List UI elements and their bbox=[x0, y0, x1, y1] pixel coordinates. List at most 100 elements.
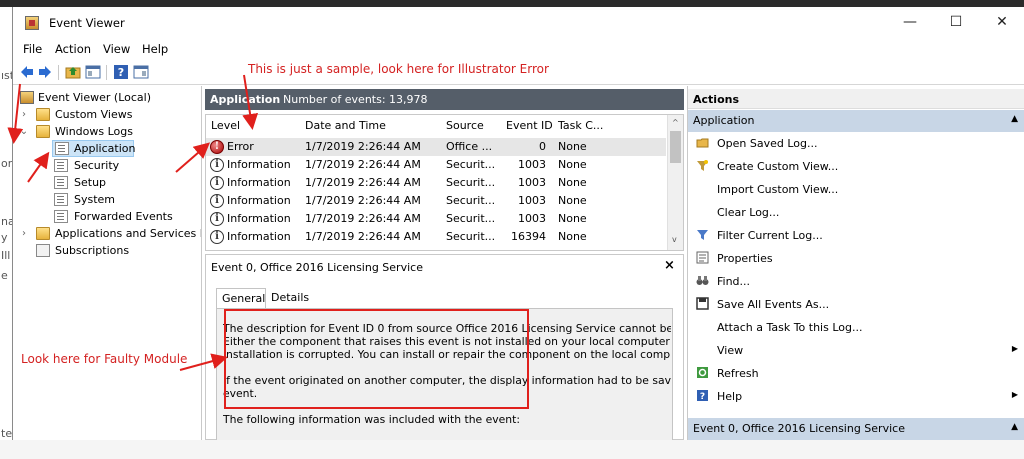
chevron-down-icon[interactable]: ⌄ bbox=[19, 123, 29, 140]
open-folder-button[interactable] bbox=[65, 64, 81, 80]
actions-section-application[interactable]: Application ▲ bbox=[688, 110, 1024, 132]
show-hide-tree-button[interactable] bbox=[85, 64, 101, 80]
event-viewer-icon bbox=[20, 91, 34, 104]
chevron-right-icon[interactable]: › bbox=[19, 225, 29, 242]
title-bar: Event Viewer — ☐ ✕ bbox=[13, 7, 1024, 38]
cell-date: 1/7/2019 2:26:44 AM bbox=[305, 230, 421, 243]
console-tree-icon bbox=[85, 65, 101, 79]
action-filter-current-log[interactable]: Filter Current Log... bbox=[688, 224, 1024, 246]
edge-text: e bbox=[1, 269, 8, 282]
menu-action[interactable]: Action bbox=[55, 42, 91, 56]
table-row[interactable]: i Information 1/7/2019 2:26:44 AM Securi… bbox=[206, 192, 666, 210]
tree-label: Windows Logs bbox=[55, 125, 133, 138]
tree-item-forwarded-events[interactable]: Forwarded Events bbox=[13, 208, 201, 225]
cell-task: None bbox=[558, 140, 587, 153]
action-clear-log[interactable]: Clear Log... bbox=[688, 201, 1024, 223]
scroll-down-icon[interactable]: v bbox=[672, 235, 677, 244]
cell-task: None bbox=[558, 230, 587, 243]
chevron-right-icon[interactable]: › bbox=[19, 106, 29, 123]
cell-level: Information bbox=[227, 158, 291, 171]
help-button[interactable]: ? bbox=[113, 64, 129, 80]
column-date-time[interactable]: Date and Time bbox=[305, 119, 386, 132]
tree-item-subscriptions[interactable]: Subscriptions bbox=[13, 242, 201, 259]
menu-help[interactable]: Help bbox=[142, 42, 168, 56]
column-level[interactable]: Level bbox=[211, 119, 240, 132]
tab-general[interactable]: General bbox=[216, 288, 266, 309]
table-row[interactable]: i Information 1/7/2019 2:26:44 AM Securi… bbox=[206, 210, 666, 228]
action-create-custom-view[interactable]: Create Custom View... bbox=[688, 155, 1024, 177]
action-properties[interactable]: Properties bbox=[688, 247, 1024, 269]
collapse-up-icon[interactable]: ▲ bbox=[1011, 114, 1018, 124]
table-row[interactable]: i Information 1/7/2019 2:26:44 AM Securi… bbox=[206, 228, 666, 246]
cell-event-id: 1003 bbox=[518, 176, 546, 189]
action-refresh[interactable]: Refresh bbox=[688, 362, 1024, 384]
description-line: The following information was included w… bbox=[223, 413, 521, 426]
cell-date: 1/7/2019 2:26:44 AM bbox=[305, 140, 421, 153]
actions-section-event[interactable]: Event 0, Office 2016 Licensing Service ▲ bbox=[688, 418, 1024, 440]
console-tree: Event Viewer (Local) › Custom Views ⌄ Wi… bbox=[13, 86, 202, 440]
tab-details[interactable]: Details bbox=[266, 288, 309, 309]
back-arrow-icon bbox=[21, 66, 33, 78]
action-label: Create Custom View... bbox=[717, 160, 839, 173]
cell-event-id: 1003 bbox=[518, 212, 546, 225]
column-event-id[interactable]: Event ID bbox=[506, 119, 553, 132]
action-attach-task[interactable]: Attach a Task To this Log... bbox=[688, 316, 1024, 338]
column-source[interactable]: Source bbox=[446, 119, 484, 132]
scroll-up-icon[interactable]: ^ bbox=[672, 118, 679, 127]
tree-item-windows-logs[interactable]: ⌄ Windows Logs bbox=[13, 123, 201, 140]
back-button[interactable] bbox=[19, 64, 35, 80]
action-help[interactable]: ? Help ▶ bbox=[688, 385, 1024, 407]
submenu-arrow-icon: ▶ bbox=[1011, 390, 1018, 399]
actions-header: Actions bbox=[688, 89, 1024, 109]
column-task-category[interactable]: Task C... bbox=[558, 119, 603, 132]
tree-label: Forwarded Events bbox=[74, 210, 173, 223]
tree-item-system[interactable]: System bbox=[13, 191, 201, 208]
tree-item-security[interactable]: Security bbox=[13, 157, 201, 174]
tree-label: System bbox=[74, 193, 116, 206]
forward-button[interactable] bbox=[37, 64, 53, 80]
tree-item-setup[interactable]: Setup bbox=[13, 174, 201, 191]
action-find[interactable]: Find... bbox=[688, 270, 1024, 292]
information-icon: i bbox=[210, 158, 224, 172]
action-label: Open Saved Log... bbox=[717, 137, 818, 150]
action-save-all-events[interactable]: Save All Events As... bbox=[688, 293, 1024, 315]
tree-item-custom-views[interactable]: › Custom Views bbox=[13, 106, 201, 123]
scrollbar-thumb[interactable] bbox=[670, 131, 681, 163]
action-pane-icon bbox=[133, 65, 149, 79]
binoculars-icon bbox=[696, 276, 709, 285]
table-row[interactable]: ! Error 1/7/2019 2:26:44 AM Office ... 0… bbox=[206, 138, 666, 156]
action-label: Properties bbox=[717, 252, 773, 265]
action-label: Import Custom View... bbox=[717, 183, 839, 196]
table-row[interactable]: i Information 1/7/2019 2:26:44 AM Securi… bbox=[206, 174, 666, 192]
action-open-saved-log[interactable]: Open Saved Log... bbox=[688, 132, 1024, 154]
tree-label: Setup bbox=[74, 176, 107, 189]
show-action-pane-button[interactable] bbox=[133, 64, 149, 80]
filter-star-icon bbox=[697, 160, 708, 171]
close-button[interactable]: ✕ bbox=[979, 7, 1024, 38]
cell-date: 1/7/2019 2:26:44 AM bbox=[305, 158, 421, 171]
annotation-left-note: Look here for Faulty Module bbox=[21, 352, 188, 366]
collapse-up-icon[interactable]: ▲ bbox=[1011, 422, 1018, 432]
menu-view[interactable]: View bbox=[103, 42, 130, 56]
close-detail-button[interactable]: × bbox=[664, 258, 675, 273]
tree-label: Application bbox=[74, 142, 136, 155]
tree-item-applications-services[interactable]: › Applications and Services Lo bbox=[13, 225, 201, 242]
action-view[interactable]: View ▶ bbox=[688, 339, 1024, 361]
event-list[interactable]: Level Date and Time Source Event ID Task… bbox=[205, 114, 684, 251]
table-row[interactable]: i Information 1/7/2019 2:26:44 AM Securi… bbox=[206, 156, 666, 174]
bottom-band bbox=[0, 440, 1024, 459]
menu-file[interactable]: File bbox=[23, 42, 42, 56]
tree-item-event-viewer-local[interactable]: Event Viewer (Local) bbox=[13, 89, 201, 106]
minimize-button[interactable]: — bbox=[887, 7, 933, 38]
tree-item-application[interactable]: Application bbox=[52, 140, 136, 157]
maximize-button[interactable]: ☐ bbox=[933, 7, 979, 38]
open-folder-icon bbox=[696, 138, 709, 148]
actions-title: Actions bbox=[693, 93, 739, 106]
action-import-custom-view[interactable]: Import Custom View... bbox=[688, 178, 1024, 200]
help-icon: ? bbox=[114, 65, 128, 79]
action-label: Attach a Task To this Log... bbox=[717, 321, 863, 334]
event-list-scrollbar[interactable]: ^ v bbox=[667, 115, 683, 250]
cell-source: Securit... bbox=[446, 230, 496, 243]
background-strip bbox=[0, 0, 1024, 7]
tree-label: Security bbox=[74, 159, 120, 172]
